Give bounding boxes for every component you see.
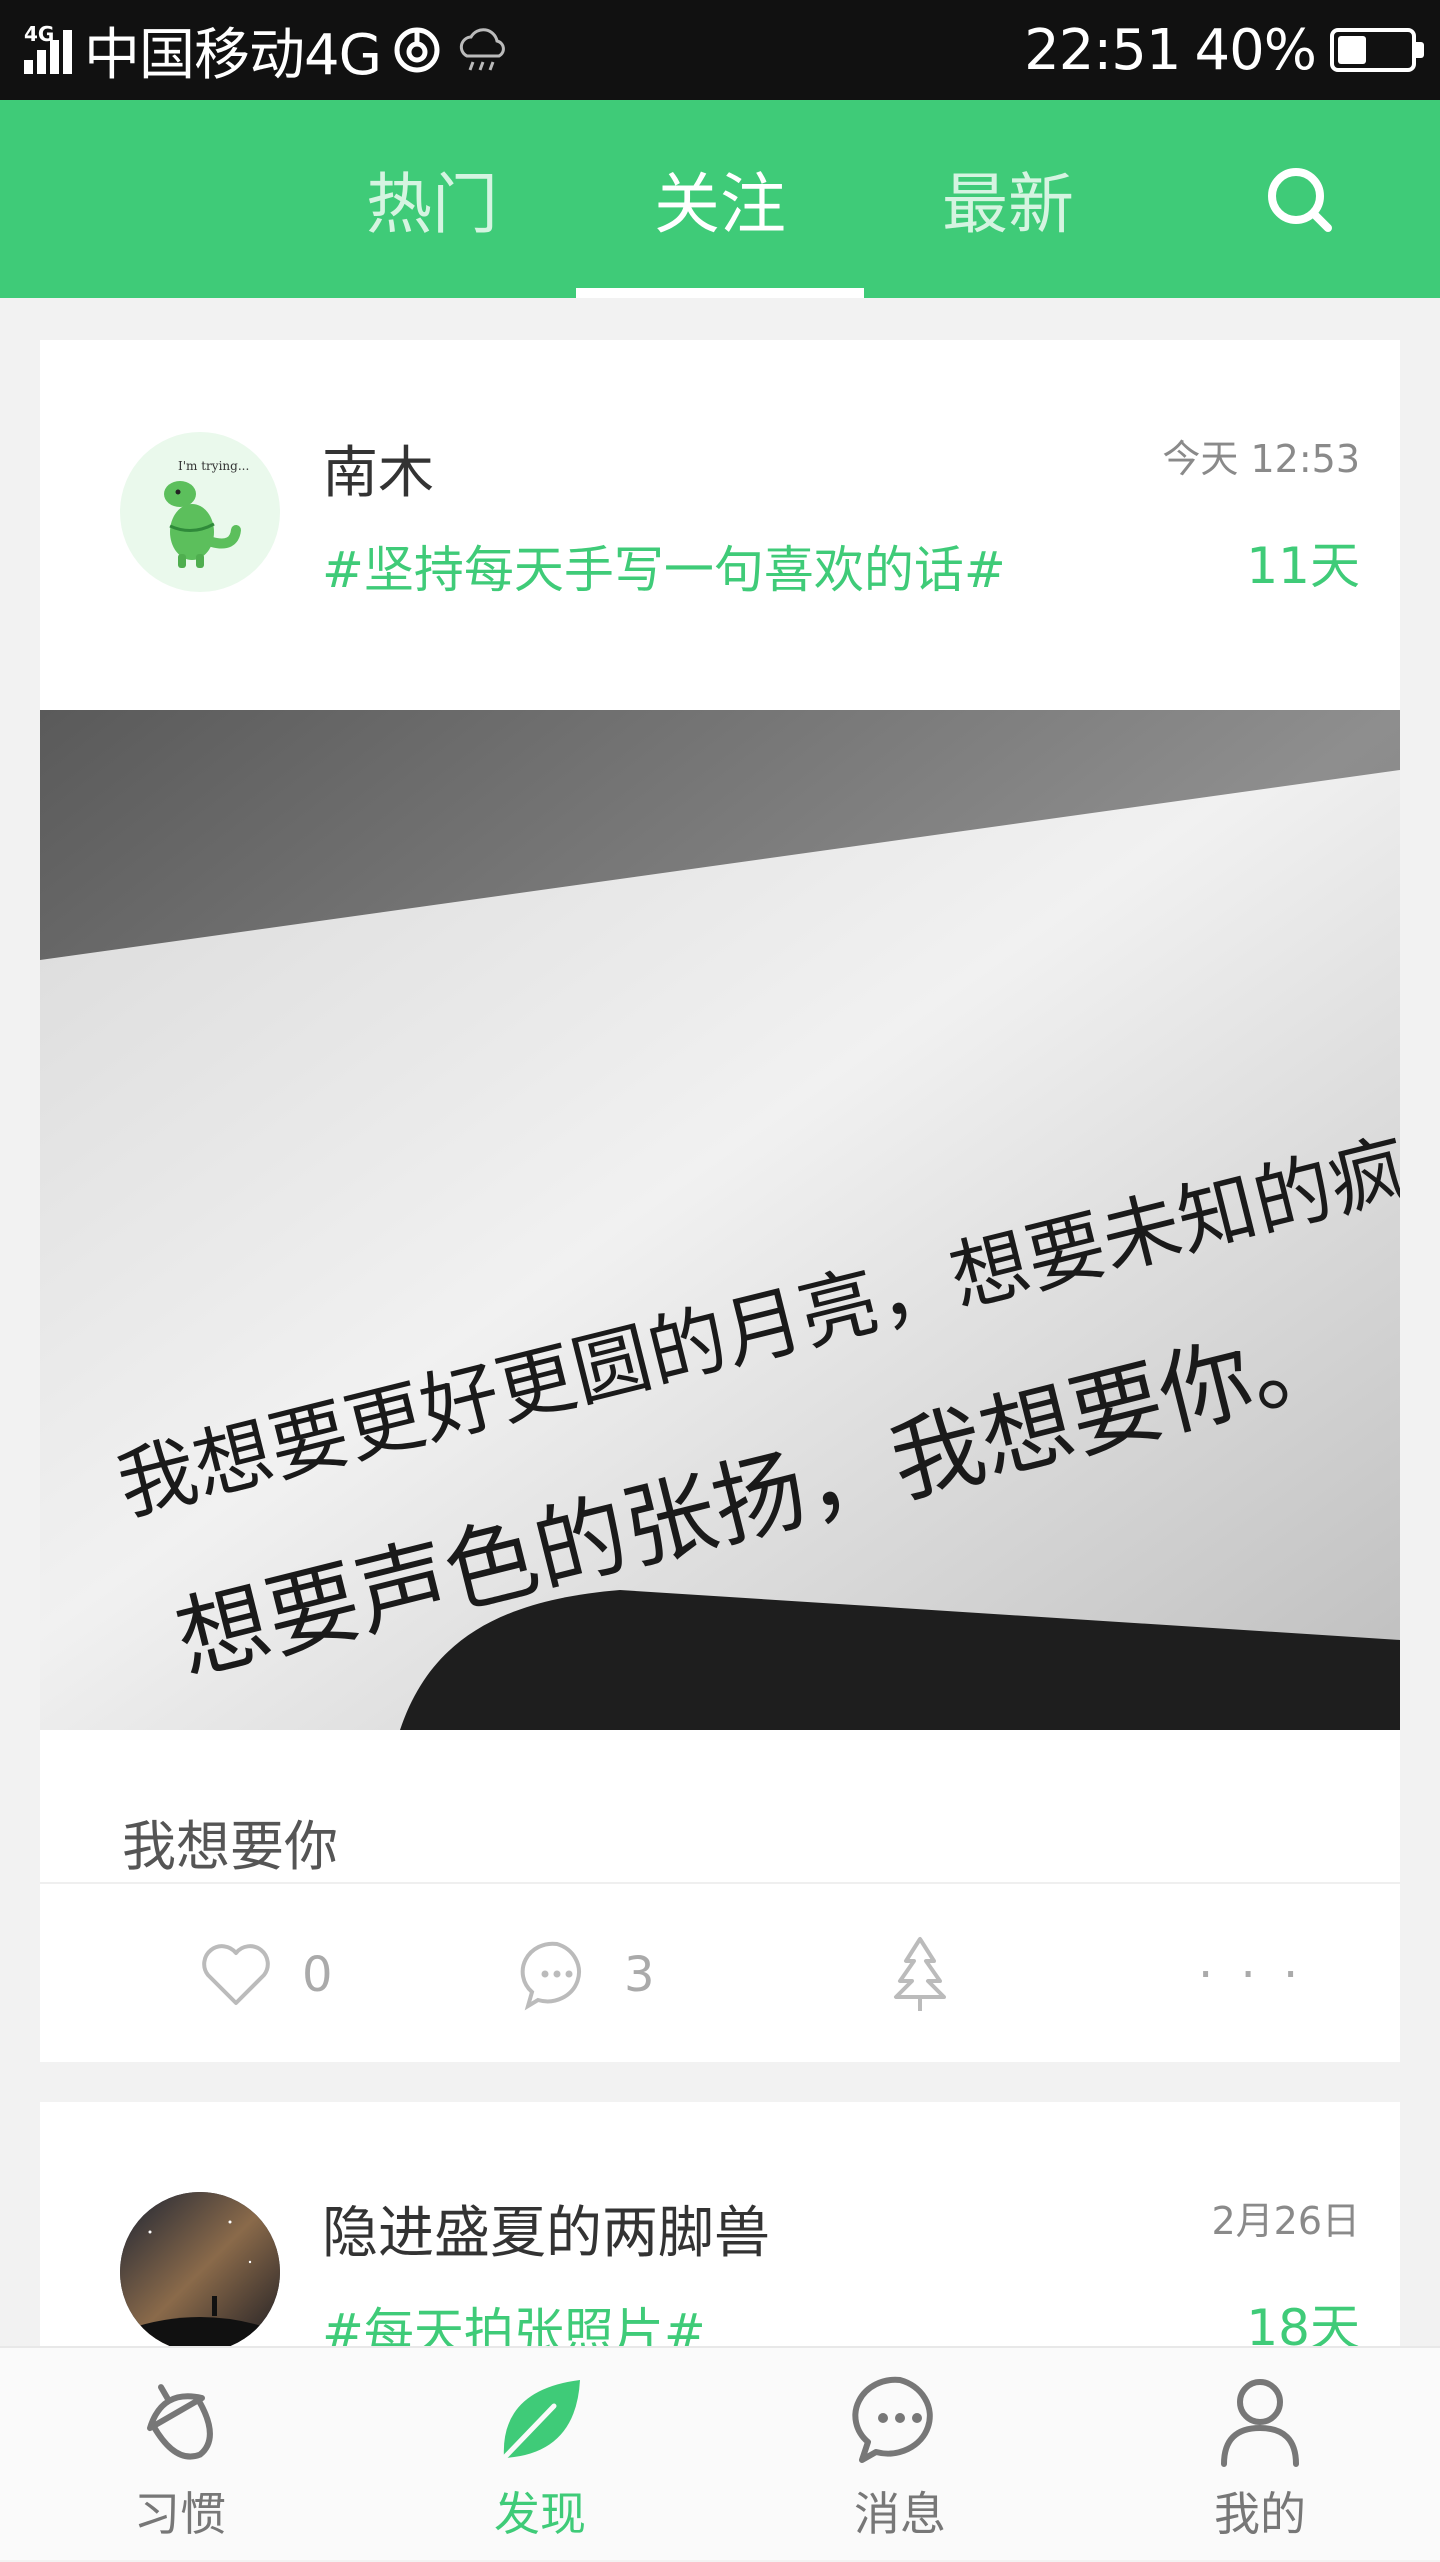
battery-percent: 40% [1194, 17, 1317, 83]
battery-icon [1330, 28, 1424, 72]
signal-icon: 4G [24, 22, 74, 78]
post-card[interactable]: I'm trying... 南木 #坚持每天手写一句喜欢的话# 今天 12:53… [40, 340, 1400, 2062]
topic-tag[interactable]: #坚持每天手写一句喜欢的话# [322, 530, 1006, 602]
nav-profile[interactable]: 我的 [1080, 2348, 1440, 2562]
night-sky-avatar-icon [120, 2192, 280, 2352]
nav-discover[interactable]: 发现 [360, 2348, 720, 2562]
nav-label: 我的 [1214, 2487, 1306, 2541]
dinosaur-icon: I'm trying... [164, 459, 249, 568]
tab-latest[interactable]: 最新 [864, 100, 1152, 298]
divider [40, 1882, 1400, 1884]
avatar-caption: I'm trying... [178, 459, 249, 473]
more-icon: · · · [1198, 1947, 1305, 2003]
weather-rain-icon [459, 28, 505, 71]
nav-habits[interactable]: 习惯 [0, 2348, 360, 2562]
bottom-nav: 习惯 发现 消息 我的 [0, 2346, 1440, 2560]
handwriting-photo: 我想要更好更圆的月亮，想要未知的疯狂 想要声色的张扬，我想要你。 [40, 710, 1400, 1730]
more-button[interactable]: · · · [1198, 1930, 1304, 2020]
tree-icon [894, 1937, 946, 2011]
acorn-icon [147, 2384, 213, 2460]
search-icon[interactable] [1260, 160, 1340, 240]
avatar[interactable] [120, 2192, 280, 2352]
tab-following[interactable]: 关注 [576, 100, 864, 298]
avatar[interactable]: I'm trying... [120, 432, 280, 592]
carrier-label: 中国移动4G [84, 22, 382, 88]
person-icon [1221, 2379, 1299, 2467]
heart-icon [202, 1944, 270, 2005]
battery-fill [1338, 36, 1366, 64]
post-photo[interactable]: 我想要更好更圆的月亮，想要未知的疯狂 想要声色的张扬，我想要你。 [40, 710, 1400, 1730]
chat-icon [852, 2376, 933, 2463]
streak-days: 11天 [1246, 537, 1360, 595]
tab-hot[interactable]: 热门 [288, 100, 576, 298]
nav-label: 习惯 [134, 2487, 226, 2541]
username[interactable]: 南木 [322, 428, 434, 509]
nav-label: 发现 [494, 2487, 586, 2541]
nav-label: 消息 [854, 2487, 946, 2541]
status-bar: 4G 中国移动4G 22:51 40% [0, 0, 1440, 100]
comment-count: 3 [624, 1947, 655, 2003]
post-date: 2月26日 [1211, 2199, 1360, 2243]
post-caption: 我想要你 [122, 1815, 338, 1878]
tree-button[interactable] [888, 1930, 952, 2020]
nav-messages[interactable]: 消息 [720, 2348, 1080, 2562]
username[interactable]: 隐进盛夏的两脚兽 [322, 2188, 770, 2269]
like-count: 0 [302, 1947, 333, 2003]
top-nav: 热门 关注 最新 [0, 100, 1440, 298]
comment-button[interactable]: 3 [520, 1930, 655, 2020]
leaf-icon [501, 2380, 580, 2461]
post-date: 今天 12:53 [1162, 437, 1360, 481]
like-button[interactable]: 0 [200, 1930, 333, 2020]
clock: 22:51 [1024, 17, 1181, 83]
sync-icon [394, 27, 440, 73]
comment-icon [520, 1941, 581, 2011]
